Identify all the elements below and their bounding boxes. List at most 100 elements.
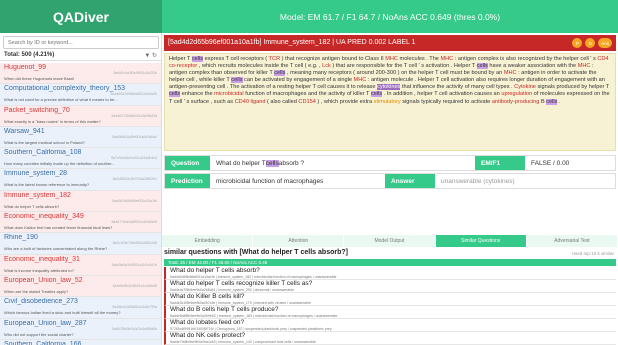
list-item[interactable]: Economic_inequality_349 5a4d77d3e3a6f001a…: [0, 212, 161, 234]
list-item[interactable]: European_Union_law_287 5a507f5d3e1b001a1e…: [0, 318, 161, 340]
context-text: ) , which provide extra: [315, 98, 374, 105]
tab-attention[interactable]: Attention: [253, 235, 345, 247]
list-item[interactable]: Economic_inequality_31 5a4d3e6a3c8f001a1b…: [0, 254, 161, 276]
context-text: ) that are responsible for the T cell ' …: [330, 63, 477, 70]
similar-title: similar questions with [What do helper T…: [164, 249, 348, 256]
similar-item[interactable]: What do lobates feed on? 57265c4f5951b619…: [164, 319, 616, 332]
list-item[interactable]: Southern_California_108 5a7e9c3a5c0c001a0…: [0, 148, 161, 170]
similar-item[interactable]: What do helper T cells recognize killer …: [164, 280, 616, 293]
similar-question: What do NK cells protect?: [170, 332, 246, 339]
similar-question: What do lobates feed on?: [170, 319, 245, 326]
context-text: have a weaker association with the: [487, 63, 578, 70]
item-question: When are the stated Treaties apply?: [4, 288, 69, 294]
item-id: 5ad4d2d65b96ef001a10a1fb: [112, 198, 157, 203]
context-highlight: stimulatory: [373, 98, 401, 105]
context-highlight: MHC: [577, 63, 591, 70]
context-text: ( also called: [265, 98, 299, 105]
context-text: can be activated by engagement of a sing…: [242, 77, 354, 84]
analysis-tabs: Embedding Attention Model Output Similar…: [162, 235, 618, 247]
tab-adversarial-test[interactable]: Adversarial Test: [526, 235, 618, 247]
item-question: When did these Huguenots leave Brazil: [4, 76, 75, 81]
model-metrics-bar: Model: EM 61.7 / F1 64.7 / NoAns ACC 0.6…: [162, 0, 618, 33]
list-item[interactable]: Computational_complexity_theory_153 5a4d6…: [0, 84, 161, 106]
list-item[interactable]: Rhine_190 5a4c1b3e7d9ef001a3f0c2d5 Who are…: [0, 233, 161, 255]
item-question: What is the largest medical school in Po…: [4, 139, 85, 145]
main-panel: [5ad4d2d65b96ef001a10a1fb] Immune_system…: [162, 33, 618, 345]
list-item[interactable]: Southern_California_1665a518a6e3f2c001a1…: [0, 339, 161, 345]
item-question: Which famous Indian lived a stoic and bu…: [4, 310, 121, 316]
context-highlight: cells: [191, 56, 204, 62]
similar-meta: 5ad4e5d8f5b9ee9b0a2b9e52 | Immune_system…: [170, 313, 338, 318]
question-list: Huguenot_99 5a4d9c4a3f3e9f001a3c2f3b When …: [0, 63, 161, 345]
context-highlight: CD154: [298, 98, 316, 105]
similar-note: Used top-10 k similar: [571, 251, 614, 256]
item-name: Southern_California_166: [4, 340, 82, 345]
question-text: What do helper T cells absorb ?: [210, 156, 475, 170]
item-id: 5a507f5d3e1b001a1e5f8a0b: [112, 326, 157, 331]
tab-model-output[interactable]: Model Output: [344, 235, 436, 247]
similar-question: What do helper T cells recognize killer …: [170, 280, 313, 287]
list-item[interactable]: Packet_switching_70 5a4d61749a8e001a3c0f6…: [0, 105, 161, 127]
filter-refresh-icons[interactable]: ▼ ↻: [144, 52, 157, 60]
answer-label: Answer: [385, 174, 435, 188]
similar-meta: 5ad4e4c7f5b9ee9b0a2b8d41 | Immune_system…: [170, 287, 295, 292]
item-question: What is not used for a precise definitio…: [4, 97, 118, 103]
prediction-label: Prediction: [165, 174, 210, 188]
context-highlight: cells: [476, 63, 488, 70]
item-id: 5a4d61749a8e001a3c0f6d3d: [111, 113, 157, 118]
answer-button[interactable]: Ans: [598, 38, 612, 48]
document-buttons: P D Ans: [572, 38, 612, 48]
similar-item[interactable]: What do Killer B cells kill? 5ad4e3c1f5b9…: [164, 293, 616, 306]
similar-item[interactable]: What do NK cells protect? 5ad4e7fa5b9ee9b…: [164, 332, 616, 345]
p-button[interactable]: P: [572, 38, 583, 48]
similar-item[interactable]: What do helper T cells absorb? 5ad4d2d65b…: [164, 267, 616, 280]
context-highlight: MHC: [385, 56, 398, 62]
context-highlight: Lck: [322, 63, 331, 70]
item-id: 5a4c6f2a3c9b7001a3f8b2e1: [112, 177, 157, 182]
item-id: 5a4d77d3e3a6f001a1b3c6e9: [111, 220, 157, 225]
answer-value: unanswerable (cytokines): [441, 177, 515, 185]
list-item[interactable]: Immune_system_28 5a4c6f2a3c9b7001a3f8b2e1…: [0, 169, 161, 191]
context-highlight: cells: [370, 91, 383, 98]
similar-total: Total: 25 / EM 44.00 / F1 46.00 / NoAns …: [164, 259, 616, 266]
question-highlight: cells: [265, 159, 279, 167]
list-item[interactable]: Civil_disobedience_273 5a4f6e4c3d0a001a1d…: [0, 297, 161, 319]
context-highlight: antibody-producing: [491, 98, 540, 105]
total-count: Total: 500 (4.21%): [4, 52, 55, 58]
similar-list: What do helper T cells absorb? 5ad4d2d65b…: [164, 267, 616, 345]
item-question: What exactly is a "bass routes" in terms…: [4, 118, 101, 124]
item-id: 5a4d3e6a3c8f001a1b2c4d7e: [111, 262, 157, 267]
emf1-label: EM/F1: [475, 156, 525, 170]
context-highlight: cells: [546, 98, 558, 105]
d-button[interactable]: D: [585, 38, 596, 48]
context-highlight: upregulation: [501, 91, 533, 98]
context-highlight: TCR: [268, 56, 281, 62]
context-highlight: cytokines: [377, 84, 401, 91]
total-row: Total: 500 (4.21%) ▼ ↻: [0, 49, 161, 61]
similar-item[interactable]: What do B cells help T cells produce? 5ad…: [164, 306, 616, 319]
similar-question: What do helper T cells absorb?: [170, 267, 260, 274]
item-question: What does Kaldor feel has created fewer …: [4, 225, 113, 231]
emf1-value: FALSE / 0.00: [531, 159, 570, 167]
list-item[interactable]: Warsaw_941 5ad5f8d16a3bf001a0b3d6a4 What i…: [0, 126, 161, 149]
item-id: 5a4d9c4a3f3e9f001a3c2f3b: [113, 71, 157, 75]
prediction-value: microbicidal function of macrophages: [216, 177, 324, 185]
similar-question: What do Killer B cells kill?: [170, 293, 245, 300]
context-text: .: [557, 98, 561, 105]
similar-meta: 57265c4f5951b619008f716f | Ctenophora_18…: [170, 326, 332, 331]
app-root: QADiver Model: EM 61.7 / F1 64.7 / NoAns…: [0, 0, 618, 345]
context-highlight: Cytokine: [514, 84, 536, 91]
context-text: . In addition , helper T cell activation…: [382, 91, 502, 98]
question-post: absorb ?: [278, 159, 305, 167]
item-question: Who are a built of factories concentrate…: [4, 246, 108, 252]
context-text: ) that recognize antigen bound to Class …: [280, 56, 386, 62]
list-item[interactable]: Huguenot_99 5a4d9c4a3f3e9f001a3c2f3b When …: [0, 63, 161, 85]
context-text: : antigen complex is also recognized by …: [453, 56, 598, 62]
list-item[interactable]: Immune_system_182 5ad4d2d65b96ef001a10a1f…: [0, 190, 161, 213]
tab-embedding[interactable]: Embedding: [162, 235, 254, 247]
item-id: 5a4c1b3e7d9ef001a3f0c2d5: [112, 241, 157, 246]
tab-similar-questions[interactable]: Similar Questions: [435, 235, 527, 247]
search-input[interactable]: [3, 36, 159, 49]
question-row: Question What do helper T cells absorb ?…: [164, 155, 616, 171]
list-item[interactable]: European_Union_law_52 5a4e5d3b3c9f001a1c3…: [0, 275, 161, 298]
